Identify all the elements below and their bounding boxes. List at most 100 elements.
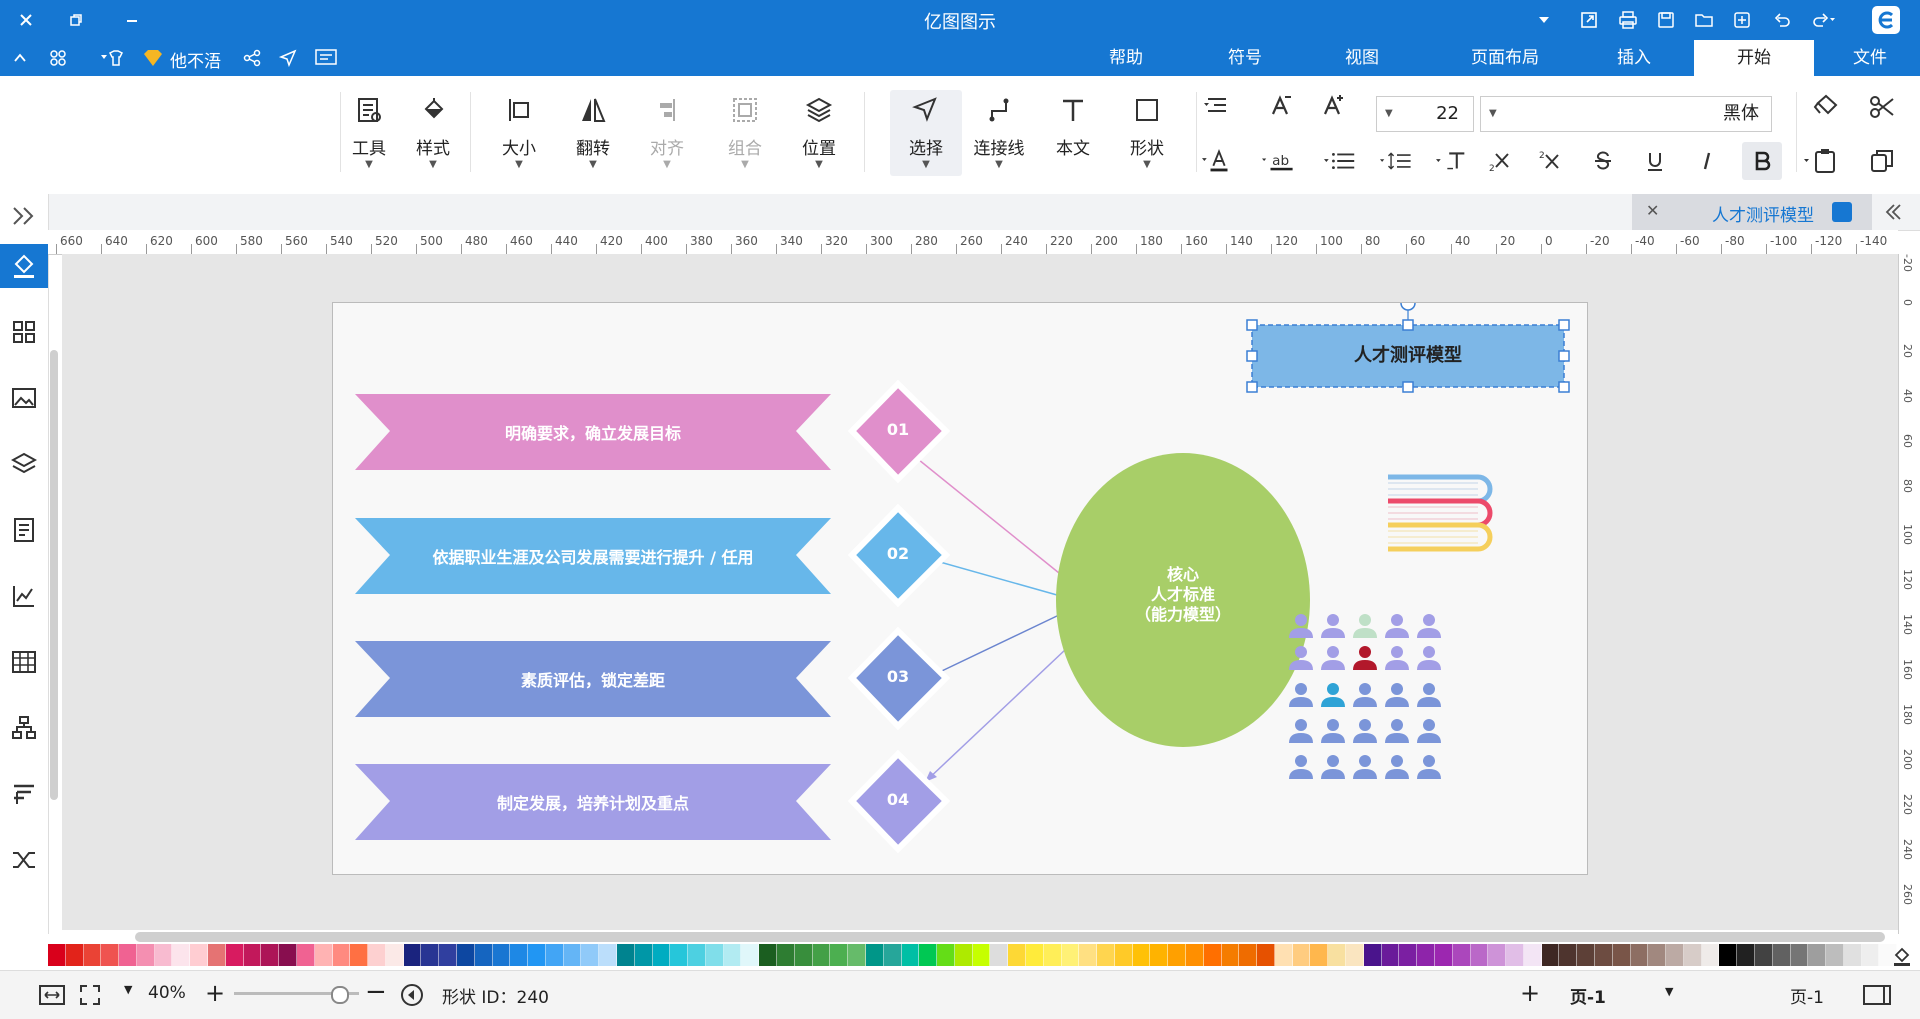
shape-button[interactable]: 形状 ▼ (1116, 90, 1178, 176)
align-button[interactable]: 对齐 ▼ (636, 90, 698, 176)
color-swatch[interactable] (368, 944, 386, 966)
export-icon[interactable] (1575, 6, 1603, 34)
org-chart-icon[interactable] (8, 712, 40, 744)
position-button[interactable]: 位置 ▼ (788, 90, 850, 176)
color-swatch[interactable] (1452, 944, 1471, 966)
share-icon[interactable] (238, 44, 266, 72)
color-swatch[interactable] (261, 944, 280, 966)
color-swatch[interactable] (119, 944, 137, 966)
color-swatch[interactable] (172, 944, 191, 966)
tab-view[interactable]: 视图 (1322, 40, 1402, 76)
zoom-in-button[interactable]: + (205, 979, 225, 1007)
line-spacing-icon[interactable] (1380, 144, 1414, 178)
size-button[interactable]: 大小 ▼ (488, 90, 550, 176)
zoom-out-button[interactable]: − (365, 977, 387, 1007)
close-tab-icon[interactable]: ✕ (1646, 201, 1659, 220)
color-swatch[interactable] (48, 944, 66, 966)
color-swatch[interactable] (190, 944, 209, 966)
color-swatch[interactable] (101, 944, 120, 966)
color-swatch[interactable] (1008, 944, 1026, 966)
restore-icon[interactable] (62, 6, 90, 34)
add-page-button[interactable]: + (1520, 979, 1540, 1007)
tab-home[interactable]: 开始 (1694, 40, 1814, 76)
color-swatch[interactable] (1363, 944, 1382, 966)
select-button[interactable]: 选择 ▼ (890, 90, 962, 176)
color-swatch[interactable] (1826, 944, 1844, 966)
color-swatch[interactable] (136, 944, 155, 966)
fit-width-icon[interactable] (38, 983, 66, 1007)
tools-button[interactable]: 工具 ▼ (338, 90, 400, 176)
comment-icon[interactable] (312, 44, 340, 72)
bold-icon[interactable] (1742, 142, 1782, 180)
color-swatch[interactable] (83, 944, 102, 966)
zoom-slider-thumb[interactable] (331, 986, 349, 1004)
color-swatch[interactable] (1186, 944, 1204, 966)
color-swatch[interactable] (1808, 944, 1827, 966)
color-swatch[interactable] (1843, 944, 1862, 966)
color-swatch[interactable] (830, 944, 849, 966)
color-swatch[interactable] (456, 944, 475, 966)
grid-icon[interactable] (8, 316, 40, 348)
color-swatch[interactable] (1701, 944, 1720, 966)
cut-icon[interactable] (1862, 90, 1902, 124)
format-painter-icon[interactable] (1806, 90, 1846, 124)
color-swatch[interactable] (1417, 944, 1435, 966)
color-swatch[interactable] (65, 944, 84, 966)
color-swatch[interactable] (208, 944, 226, 966)
color-swatch[interactable] (1025, 944, 1044, 966)
fullscreen-icon[interactable] (78, 983, 102, 1007)
tab-help[interactable]: 帮助 (1086, 40, 1166, 76)
align-text-icon[interactable] (1200, 88, 1234, 122)
color-swatch[interactable] (1274, 944, 1293, 966)
color-swatch[interactable] (474, 944, 493, 966)
color-swatch[interactable] (1737, 944, 1755, 966)
color-swatch[interactable] (332, 944, 351, 966)
color-palette[interactable] (48, 944, 1898, 968)
color-swatch[interactable] (848, 944, 866, 966)
document-tab[interactable]: ✕ 人才测评模型 (1632, 194, 1872, 230)
color-swatch[interactable] (1434, 944, 1453, 966)
user-name[interactable]: 他不浯 (170, 47, 221, 72)
color-swatch[interactable] (723, 944, 742, 966)
color-swatch[interactable] (901, 944, 920, 966)
color-swatch[interactable] (510, 944, 529, 966)
text-button[interactable]: 本文 (1042, 90, 1104, 176)
style-button[interactable]: 样式 ▼ (402, 90, 464, 176)
text-direction-icon[interactable] (1436, 144, 1470, 178)
color-swatch[interactable] (741, 944, 760, 966)
color-swatch[interactable] (883, 944, 902, 966)
color-swatch[interactable] (1755, 944, 1773, 966)
font-name-select[interactable]: ▼ 黑体 (1480, 96, 1772, 132)
color-swatch[interactable] (990, 944, 1009, 966)
connector-arrow-03[interactable] (924, 614, 1060, 680)
color-swatch[interactable] (1648, 944, 1667, 966)
color-swatch[interactable] (243, 944, 262, 966)
color-swatch[interactable] (1630, 944, 1649, 966)
font-color-icon[interactable] (1202, 144, 1236, 178)
color-swatch[interactable] (1061, 944, 1080, 966)
color-swatch[interactable] (1541, 944, 1560, 966)
table-icon[interactable] (8, 646, 40, 678)
undo-icon[interactable] (1768, 6, 1796, 34)
color-swatch[interactable] (812, 944, 831, 966)
color-swatch[interactable] (1079, 944, 1098, 966)
expand-sidebar-icon[interactable] (8, 200, 40, 232)
zoom-level[interactable]: 40% (148, 983, 186, 1003)
new-file-icon[interactable] (1728, 6, 1756, 34)
font-name-dropdown-icon[interactable]: ▼ (1489, 97, 1497, 131)
color-swatch[interactable] (1719, 944, 1738, 966)
color-swatch[interactable] (1470, 944, 1489, 966)
color-swatch[interactable] (403, 944, 422, 966)
color-swatch[interactable] (1612, 944, 1631, 966)
open-folder-icon[interactable] (1690, 6, 1718, 34)
color-swatch[interactable] (954, 944, 973, 966)
highlight-icon[interactable]: ab (1262, 144, 1296, 178)
page-panel-icon[interactable] (1862, 983, 1892, 1007)
increase-font-icon[interactable] (1316, 88, 1350, 122)
color-swatch[interactable] (1683, 944, 1702, 966)
save-icon[interactable] (1652, 6, 1680, 34)
quick-access-menu-icon[interactable] (1530, 6, 1558, 34)
page-icon[interactable] (8, 514, 40, 546)
minimize-icon[interactable] (118, 6, 146, 34)
color-swatch[interactable] (937, 944, 955, 966)
